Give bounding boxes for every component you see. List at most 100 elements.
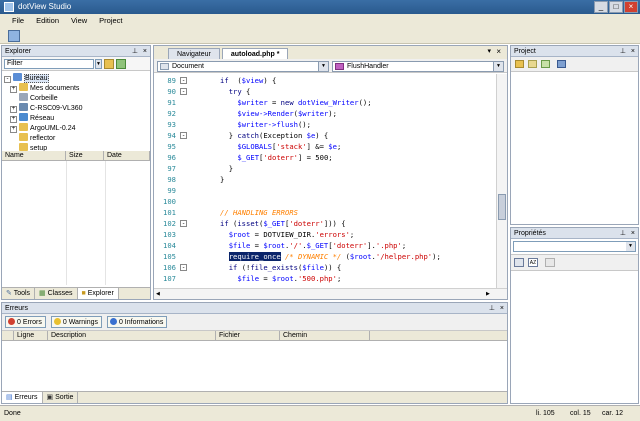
categorized-icon[interactable] — [514, 258, 524, 267]
maximize-button[interactable]: □ — [609, 1, 623, 13]
pin-icon[interactable]: ⊥ — [620, 228, 626, 239]
object-select[interactable]: ▼ — [513, 241, 636, 252]
close-icon[interactable]: × — [143, 46, 147, 57]
code-line[interactable]: $writer->flush(); — [237, 119, 311, 130]
code-line[interactable]: if (!file_exists($file)) { — [229, 262, 342, 273]
vertical-scrollbar[interactable] — [496, 74, 507, 288]
scroll-right-icon[interactable]: ▶ — [486, 290, 493, 298]
property-pages-icon[interactable] — [545, 258, 555, 267]
close-icon[interactable]: × — [496, 47, 501, 56]
code-line[interactable]: $writer = new dotView_Writer(); — [237, 97, 371, 108]
menu-edition[interactable]: Edition — [30, 14, 65, 28]
expand-icon[interactable]: + — [10, 116, 17, 123]
horizontal-scrollbar[interactable]: ◀ ▶ — [154, 288, 507, 299]
code-line[interactable]: } — [229, 163, 233, 174]
code-line[interactable]: if ($view) { — [220, 75, 276, 86]
fold-toggle-icon[interactable]: - — [180, 88, 187, 95]
errors-filter-button[interactable]: 0 Errors — [5, 316, 46, 328]
informations-filter-button[interactable]: 0 Informations — [106, 316, 168, 328]
code-area[interactable]: 89- if ($view) {90- try {91 $writer = new d… — [154, 74, 507, 288]
menu-view[interactable]: View — [65, 14, 93, 28]
tree-item-label: reflector — [30, 135, 56, 142]
column-size[interactable]: Size — [66, 151, 104, 160]
code-line[interactable]: $file = $root.'500.php'; — [237, 273, 341, 284]
column-description[interactable]: Description — [48, 331, 216, 340]
code-line[interactable]: $root = DOTVIEW_DIR.'errors'; — [229, 229, 355, 240]
chevron-down-icon: ▼ — [626, 242, 635, 251]
close-icon[interactable]: × — [631, 228, 635, 239]
title-bar[interactable]: dotView Studio _ □ × — [0, 0, 640, 14]
column-name[interactable]: Name — [2, 151, 66, 160]
tree-item[interactable]: + ArgoUML-0.24 — [4, 123, 150, 133]
filter-input[interactable]: Filter — [4, 59, 94, 69]
refresh-icon[interactable] — [116, 59, 126, 69]
scroll-left-icon[interactable]: ◀ — [156, 290, 163, 298]
code-line[interactable]: try { — [229, 86, 251, 97]
pin-icon[interactable]: ⊥ — [489, 303, 495, 314]
minimize-button[interactable]: _ — [594, 1, 608, 13]
tab-tools[interactable]: ✎ Tools — [2, 288, 36, 299]
navigation-selects: Document ▼ FlushHandler ▼ — [154, 59, 507, 73]
code-line[interactable]: $file = $root.'/'.$_GET['doterr'].'.php'… — [229, 240, 406, 251]
scroll-thumb[interactable] — [498, 194, 506, 220]
chevron-down-icon[interactable]: ▼ — [95, 59, 102, 69]
chevron-down-icon: ▼ — [493, 62, 503, 71]
tab-explorer[interactable]: ■ Explorer — [77, 288, 119, 299]
code-line[interactable]: $view->Render($writer); — [237, 108, 337, 119]
close-icon[interactable]: × — [631, 46, 635, 57]
close-icon[interactable]: × — [500, 303, 504, 314]
type-select[interactable]: Document ▼ — [157, 61, 329, 72]
code-line[interactable]: } — [220, 174, 224, 185]
tree-item[interactable]: + C-RSC09-VL360 — [4, 103, 150, 113]
expand-icon[interactable]: + — [10, 126, 17, 133]
fold-toggle-icon[interactable]: - — [180, 264, 187, 271]
column-date[interactable]: Date — [104, 151, 150, 160]
code-token: // HANDLING ERRORS — [220, 208, 298, 217]
menu-file[interactable]: File — [6, 14, 30, 28]
tab-autoload[interactable]: autoload.php * — [221, 48, 289, 59]
folder-icon[interactable] — [104, 59, 114, 69]
pin-icon[interactable]: ⊥ — [132, 46, 138, 57]
tree-item[interactable]: + Réseau — [4, 113, 150, 123]
add-icon[interactable] — [541, 60, 550, 68]
menu-project[interactable]: Project — [93, 14, 128, 28]
open-folder-icon[interactable] — [515, 60, 524, 68]
tab-sortie[interactable]: ▣ Sortie — [43, 392, 79, 403]
tree-item[interactable]: Corbeille — [4, 93, 150, 103]
new-file-icon[interactable] — [528, 60, 537, 68]
code-line[interactable]: $_GET['doterr'] = 500; — [237, 152, 332, 163]
tree-item[interactable]: + Mes documents — [4, 83, 150, 93]
code-line[interactable]: $GLOBALS['stack'] &= $e; — [237, 141, 341, 152]
column-chemin[interactable]: Chemin — [280, 331, 370, 340]
tab-classes[interactable]: ▦ Classes — [35, 288, 78, 299]
sort-alpha-icon[interactable]: AZ — [528, 258, 538, 267]
collapse-icon[interactable]: - — [4, 76, 11, 83]
fold-toggle-icon[interactable]: - — [180, 77, 187, 84]
tab-list-icon[interactable]: ▾ — [487, 47, 491, 55]
tree-item-label: C-RSC09-VL360 — [30, 105, 83, 112]
tree-item[interactable]: setup — [4, 143, 150, 151]
tree-item[interactable]: - Bureau — [4, 73, 150, 83]
code-line[interactable]: // HANDLING ERRORS — [220, 207, 298, 218]
code-token: $e — [328, 142, 337, 151]
fold-toggle-icon[interactable]: - — [180, 132, 187, 139]
errors-list-header: Ligne Description Fichier Chemin — [2, 331, 507, 341]
expand-icon[interactable]: + — [10, 86, 17, 93]
menu-bar: File Edition View Project — [0, 14, 640, 28]
tab-navigateur[interactable]: Navigateur — [168, 48, 220, 59]
tree-item[interactable]: reflector — [4, 133, 150, 143]
settings-icon[interactable] — [557, 60, 566, 68]
save-icon[interactable] — [8, 30, 20, 42]
column-fichier[interactable]: Fichier — [216, 331, 280, 340]
fold-toggle-icon[interactable]: - — [180, 220, 187, 227]
expand-icon[interactable]: + — [10, 106, 17, 113]
code-line[interactable]: require_once /* DYNAMIC */ ($root.'/help… — [228, 251, 441, 262]
code-line[interactable]: if (isset($_GET['doterr'])) { — [220, 218, 346, 229]
column-ligne[interactable]: Ligne — [14, 331, 48, 340]
member-select[interactable]: FlushHandler ▼ — [332, 61, 504, 72]
code-line[interactable]: } catch(Exception $e) { — [229, 130, 329, 141]
pin-icon[interactable]: ⊥ — [620, 46, 626, 57]
warnings-filter-button[interactable]: 0 Warnings — [50, 316, 103, 328]
tab-erreurs[interactable]: ▤ Erreurs — [2, 392, 43, 403]
close-button[interactable]: × — [624, 1, 638, 13]
